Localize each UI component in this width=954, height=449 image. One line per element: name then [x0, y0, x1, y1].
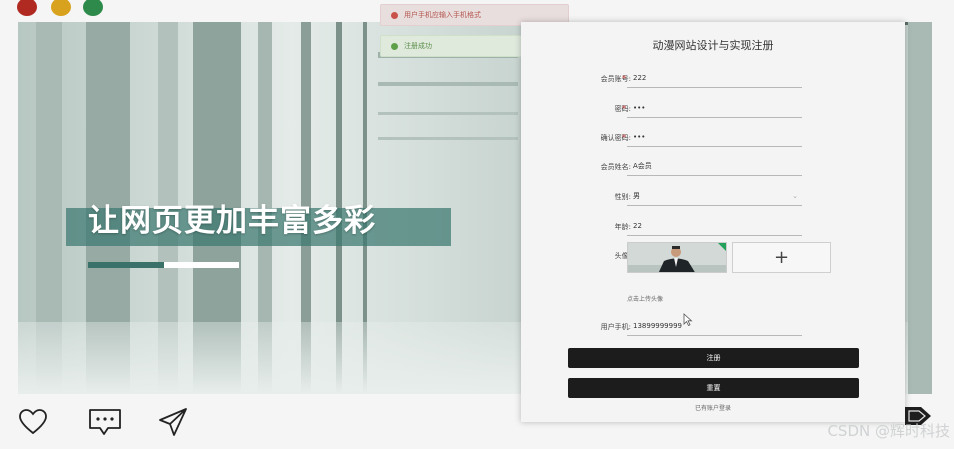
window-dot-red: [17, 0, 37, 16]
name-row: 会员姓名: A会员: [521, 156, 905, 180]
mouse-cursor-icon: [683, 313, 693, 327]
send-icon[interactable]: [158, 407, 188, 437]
phone-input[interactable]: 13899999999: [627, 316, 802, 336]
confirm-password-input[interactable]: •••: [627, 127, 802, 147]
error-icon: [391, 11, 398, 19]
name-input[interactable]: A会员: [627, 156, 802, 176]
account-row: 会员账号: * 222: [521, 68, 905, 92]
success-message: 注册成功: [404, 42, 432, 50]
success-icon: [391, 42, 398, 50]
gender-row: 性别: 男 ⌄: [521, 186, 905, 210]
account-input[interactable]: 222: [627, 68, 802, 88]
hero-slider-fill: [88, 262, 164, 268]
watermark: CSDN @辉时科技: [827, 422, 950, 440]
avatar-upload-hint[interactable]: 点击上传头像: [627, 294, 663, 303]
avatar-upload-button[interactable]: +: [732, 242, 831, 273]
gender-value: 男: [633, 192, 640, 200]
password-input[interactable]: •••: [627, 98, 802, 118]
age-input[interactable]: 22: [627, 216, 802, 236]
chevron-down-icon: ⌄: [792, 192, 798, 200]
window-dot-green: [83, 0, 103, 16]
required-mark: *: [622, 133, 626, 142]
window-dot-yellow: [51, 0, 71, 16]
avatar-image: [628, 243, 726, 272]
reset-button[interactable]: 重置: [568, 378, 859, 398]
required-mark: *: [622, 104, 626, 113]
required-mark: *: [622, 74, 626, 83]
error-message: 用户手机应输入手机格式: [404, 11, 481, 19]
hero-slider[interactable]: [88, 262, 239, 268]
register-title: 动漫网站设计与实现注册: [652, 39, 774, 52]
register-button[interactable]: 注册: [568, 348, 859, 368]
password-row: 密码: * •••: [521, 98, 905, 122]
phone-row: 用户手机: 13899999999: [521, 316, 905, 340]
avatar-preview[interactable]: [627, 242, 727, 273]
heart-icon[interactable]: [18, 407, 48, 437]
age-row: 年龄: 22: [521, 216, 905, 240]
comment-icon[interactable]: [88, 407, 122, 437]
hero-slogan: 让网页更加丰富多彩: [88, 203, 376, 239]
register-panel: 动漫网站设计与实现注册 会员账号: * 222 密码: * ••• 确认密码: …: [521, 22, 905, 422]
confirm-password-row: 确认密码: * •••: [521, 127, 905, 151]
gender-select[interactable]: 男 ⌄: [627, 186, 802, 206]
login-link[interactable]: 已有账户登录: [521, 403, 905, 412]
